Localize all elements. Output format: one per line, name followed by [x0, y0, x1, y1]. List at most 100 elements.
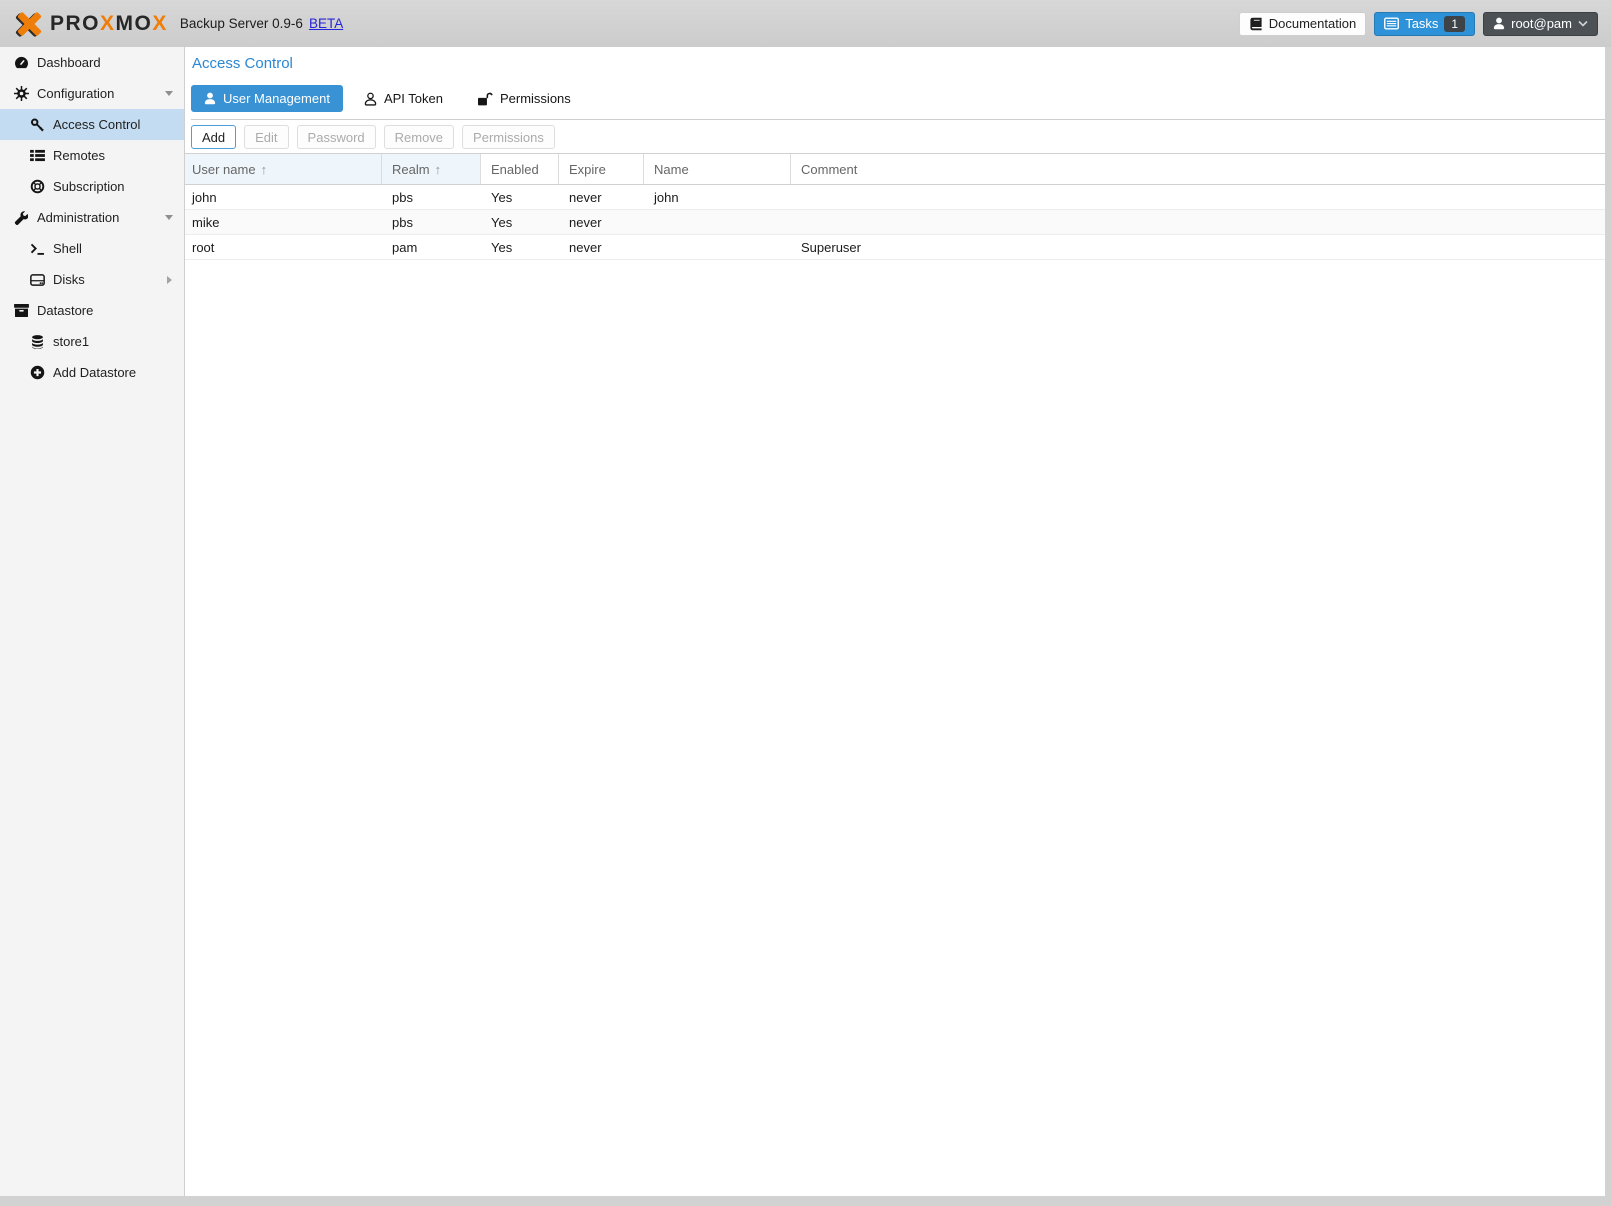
sidebar-item-remotes[interactable]: Remotes [0, 140, 184, 171]
tasks-button[interactable]: Tasks 1 [1374, 12, 1475, 36]
sidebar-item-label: Datastore [37, 303, 93, 318]
list-icon [28, 149, 46, 162]
user-icon [204, 92, 216, 105]
column-label: Expire [569, 162, 606, 177]
cell-expire: never [559, 190, 644, 205]
toolbar: Add Edit Password Remove Permissions [185, 120, 1605, 153]
life-ring-icon [28, 179, 46, 194]
hard-disk-icon [28, 274, 46, 286]
tasks-label: Tasks [1405, 16, 1438, 31]
collapse-caret-icon[interactable] [165, 91, 173, 96]
wordmark-seg: X [152, 12, 168, 35]
password-button[interactable]: Password [297, 125, 376, 149]
cell-comment: Superuser [791, 240, 1605, 255]
cell-enabled: Yes [481, 190, 559, 205]
wordmark-seg: X [100, 12, 116, 35]
column-header-expire[interactable]: Expire [559, 154, 644, 184]
database-icon [28, 335, 46, 349]
sidebar-item-shell[interactable]: Shell [0, 233, 184, 264]
wordmark-seg: PRO [50, 12, 100, 35]
sidebar-item-access-control[interactable]: Access Control [0, 109, 184, 140]
cell-realm: pam [382, 240, 481, 255]
sidebar-item-datastore[interactable]: Datastore [0, 295, 184, 326]
edit-button[interactable]: Edit [244, 125, 288, 149]
book-icon [1249, 17, 1263, 31]
sidebar-item-label: Access Control [53, 117, 140, 132]
page-title: Access Control [192, 55, 1605, 72]
sidebar-item-store1[interactable]: store1 [0, 326, 184, 357]
sidebar-item-subscription[interactable]: Subscription [0, 171, 184, 202]
main-panel: Access Control User Management [185, 47, 1605, 1196]
cell-enabled: Yes [481, 240, 559, 255]
gear-icon [12, 86, 30, 101]
sidebar-item-administration[interactable]: Administration [0, 202, 184, 233]
sidebar: Dashboard Configuration [0, 47, 185, 1196]
column-label: User name [192, 162, 256, 177]
tab-permissions[interactable]: Permissions [464, 85, 584, 112]
user-menu-button[interactable]: root@pam [1483, 12, 1598, 36]
sort-asc-icon: ↑ [435, 162, 442, 177]
expand-caret-icon[interactable] [167, 276, 172, 284]
task-list-icon [1384, 17, 1399, 30]
tab-user-management[interactable]: User Management [191, 85, 343, 112]
key-icon [28, 118, 46, 132]
column-label: Comment [801, 162, 857, 177]
column-header-name[interactable]: Name [644, 154, 791, 184]
users-table: User name ↑ Realm ↑ Enabled Expire Name [185, 153, 1605, 260]
table-row[interactable]: mike pbs Yes never [185, 210, 1605, 235]
app-frame: Dashboard Configuration [0, 47, 1605, 1196]
product-subtitle: Backup Server 0.9-6 [180, 16, 303, 31]
proxmox-logo: PROXMOX [13, 9, 168, 39]
column-header-realm[interactable]: Realm ↑ [382, 154, 481, 184]
wrench-icon [12, 211, 30, 225]
sidebar-item-configuration[interactable]: Configuration [0, 78, 184, 109]
cell-realm: pbs [382, 215, 481, 230]
sidebar-item-label: Disks [53, 272, 85, 287]
cell-user-name: root [185, 240, 382, 255]
sidebar-item-label: Dashboard [37, 55, 101, 70]
proxmox-wordmark: PROXMOX [50, 12, 168, 36]
column-header-user-name[interactable]: User name ↑ [185, 154, 382, 184]
collapse-caret-icon[interactable] [165, 215, 173, 220]
column-header-comment[interactable]: Comment [791, 154, 1605, 184]
column-header-enabled[interactable]: Enabled [481, 154, 559, 184]
wordmark-seg: MO [116, 12, 153, 35]
column-label: Enabled [491, 162, 539, 177]
permissions-button[interactable]: Permissions [462, 125, 555, 149]
sidebar-item-disks[interactable]: Disks [0, 264, 184, 295]
documentation-label: Documentation [1269, 16, 1356, 31]
user-outline-icon [364, 92, 377, 106]
tab-api-token[interactable]: API Token [351, 85, 456, 112]
sidebar-item-label: Add Datastore [53, 365, 136, 380]
proxmox-x-icon [13, 9, 45, 39]
sidebar-item-label: Remotes [53, 148, 105, 163]
sidebar-item-label: Subscription [53, 179, 125, 194]
sidebar-item-dashboard[interactable]: Dashboard [0, 47, 184, 78]
cell-expire: never [559, 240, 644, 255]
sidebar-item-label: Administration [37, 210, 119, 225]
table-row[interactable]: john pbs Yes never john [185, 185, 1605, 210]
tab-label: API Token [384, 91, 443, 106]
sidebar-item-add-datastore[interactable]: Add Datastore [0, 357, 184, 388]
chevron-down-icon [1578, 20, 1588, 27]
add-button[interactable]: Add [191, 125, 236, 149]
table-row[interactable]: root pam Yes never Superuser [185, 235, 1605, 260]
dashboard-icon [12, 56, 30, 69]
remove-button[interactable]: Remove [384, 125, 454, 149]
sidebar-item-label: Shell [53, 241, 82, 256]
terminal-icon [28, 243, 46, 255]
tab-strip: User Management API Token [191, 85, 1605, 120]
cell-name: john [644, 190, 791, 205]
top-bar: PROXMOX Backup Server 0.9-6 BETA Documen… [0, 0, 1611, 47]
column-label: Realm [392, 162, 430, 177]
column-label: Name [654, 162, 689, 177]
user-label: root@pam [1511, 16, 1572, 31]
cell-user-name: mike [185, 215, 382, 230]
sidebar-item-label: store1 [53, 334, 89, 349]
beta-link[interactable]: BETA [309, 16, 343, 31]
top-bar-actions: Documentation Tasks 1 root@pam [1239, 12, 1598, 36]
documentation-button[interactable]: Documentation [1239, 12, 1366, 36]
sidebar-item-label: Configuration [37, 86, 114, 101]
cell-enabled: Yes [481, 215, 559, 230]
unlock-icon [477, 92, 493, 106]
